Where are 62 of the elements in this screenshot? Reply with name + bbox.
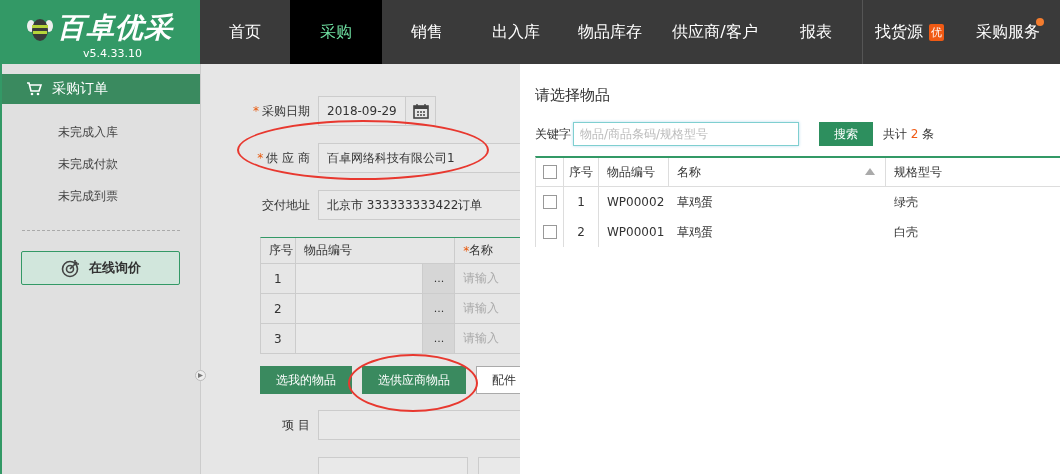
- nav-tab[interactable]: 物品库存: [560, 0, 660, 64]
- row-number: 2: [261, 294, 296, 324]
- table-cell-text: WP00002: [606, 194, 666, 211]
- column-header: 序号: [261, 238, 296, 264]
- code-cell[interactable]: [295, 264, 424, 294]
- input-field[interactable]: 北京市 333333333422订单: [318, 190, 520, 220]
- sidebar-section[interactable]: 采购订单: [2, 74, 200, 104]
- search-field[interactable]: 物品/商品条码/规格型号: [573, 122, 799, 146]
- select-button[interactable]: 配件: [476, 366, 520, 394]
- badge: 优: [928, 23, 944, 41]
- nav-tab[interactable]: 首页: [200, 0, 290, 64]
- nav-tab[interactable]: 采购服务: [955, 0, 1060, 64]
- sidebar-item[interactable]: 未完成入库: [2, 116, 200, 148]
- column-header[interactable]: 物品编号: [599, 158, 669, 186]
- select-button[interactable]: 选供应商物品: [362, 366, 466, 394]
- calendar-button[interactable]: [406, 96, 436, 126]
- keyword-label: 关键字: [535, 125, 571, 143]
- table-cell-text: 绿壳: [893, 193, 919, 211]
- sidebar-item[interactable]: 未完成到票: [2, 180, 200, 212]
- total-count: 共计 2 条: [883, 125, 935, 143]
- logo-text: 百卓优采: [57, 9, 173, 46]
- nav-tab[interactable]: 报表: [770, 0, 862, 64]
- browse-button[interactable]: ...: [423, 264, 456, 294]
- browse-button[interactable]: ...: [423, 324, 456, 354]
- version-label: v5.4.33.10: [83, 46, 142, 60]
- dialog-title: 请选择物品: [535, 86, 611, 105]
- row-number: 3: [261, 324, 296, 354]
- table-cell-text: WP00001: [606, 224, 666, 241]
- field-label: * 采购日期: [252, 102, 311, 120]
- checkbox[interactable]: [542, 225, 557, 239]
- search-button[interactable]: 搜索: [819, 122, 873, 146]
- field-label: 交付地址: [261, 196, 311, 214]
- table-cell-text: 草鸡蛋: [676, 223, 714, 241]
- calendar-icon: [412, 103, 429, 119]
- online-inquiry-button[interactable]: 在线询价: [21, 251, 180, 285]
- column-header[interactable]: 名称: [669, 158, 886, 186]
- nav-tab[interactable]: 销售: [382, 0, 472, 64]
- checkbox[interactable]: [542, 195, 557, 209]
- select-button[interactable]: 选我的物品: [260, 366, 352, 394]
- field-label: 项 目: [281, 416, 311, 434]
- column-header[interactable]: 规格型号: [886, 158, 1060, 186]
- row-number: 1: [261, 264, 296, 294]
- table-cell-text: 草鸡蛋: [676, 193, 714, 211]
- input-field[interactable]: [318, 410, 520, 440]
- nav-tab[interactable]: 供应商/客户: [660, 0, 770, 64]
- row-number: 2: [564, 217, 599, 247]
- code-cell[interactable]: [295, 294, 424, 324]
- input-field[interactable]: 百卓网络科技有限公司1: [318, 143, 520, 173]
- nav-tab[interactable]: 采购: [290, 0, 382, 64]
- target-icon: [60, 258, 81, 278]
- field-label: * 供 应 商: [256, 149, 311, 167]
- checkbox[interactable]: [542, 165, 557, 179]
- date-field[interactable]: 2018-09-29: [318, 96, 406, 126]
- sort-icon[interactable]: [865, 168, 875, 175]
- column-header[interactable]: 序号: [564, 158, 599, 186]
- table-cell-text: 白壳: [893, 223, 919, 241]
- code-cell[interactable]: [295, 324, 424, 354]
- row-number: 1: [564, 187, 599, 217]
- browse-button[interactable]: ...: [423, 294, 456, 324]
- nav-tab[interactable]: 出入库: [472, 0, 560, 64]
- sidebar-item[interactable]: 未完成付款: [2, 148, 200, 180]
- cart-icon: [26, 82, 42, 96]
